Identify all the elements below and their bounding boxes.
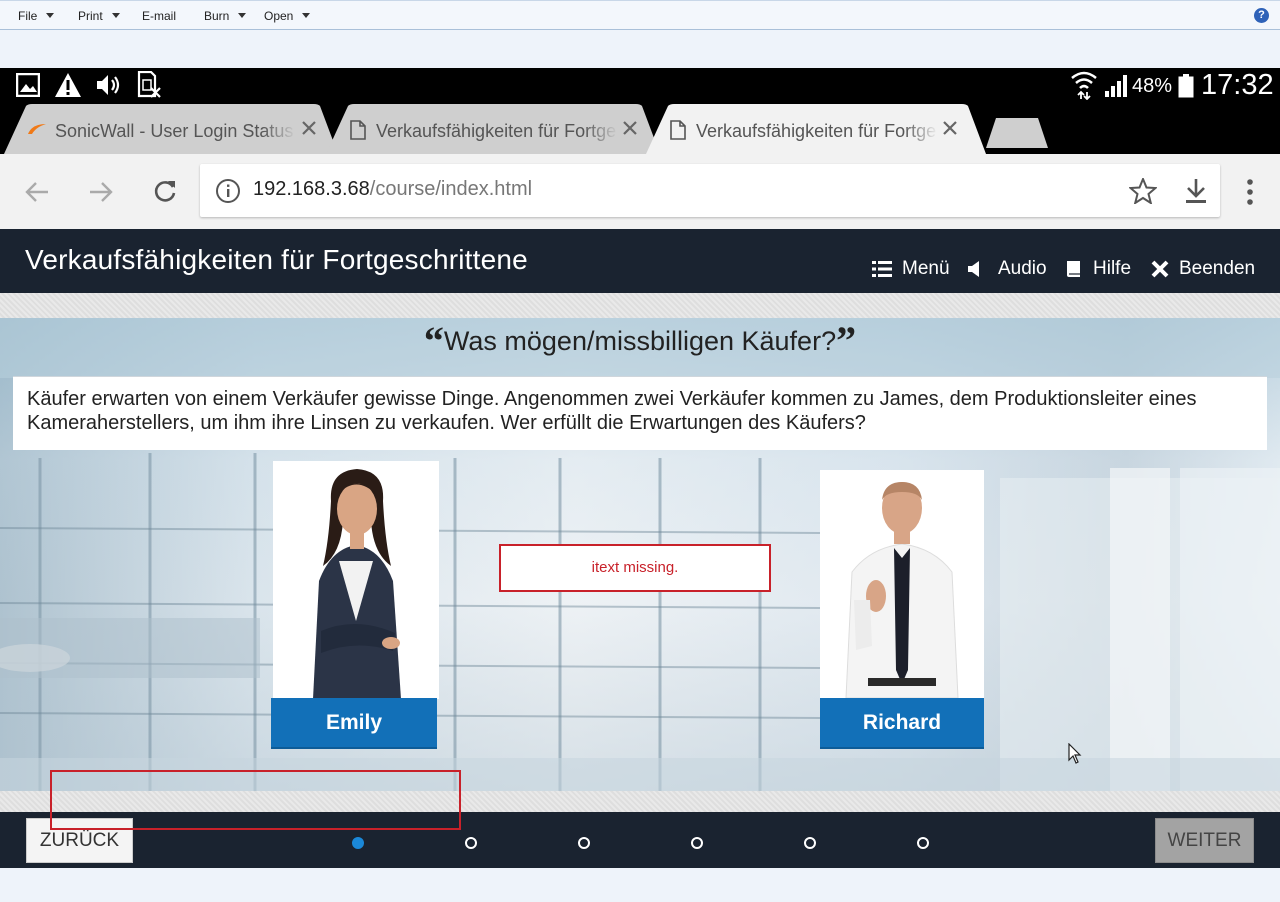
- divider: [0, 791, 1280, 812]
- help-label: Hilfe: [1093, 258, 1132, 279]
- scene-heading: “Was mögen/missbilligen Käufer?”: [0, 321, 1280, 361]
- new-tab-button[interactable]: [986, 118, 1048, 148]
- progress-dot[interactable]: [578, 837, 590, 849]
- richard-portrait: [845, 482, 959, 699]
- app-toolbar-strip: [0, 30, 1280, 68]
- page-icon: [670, 120, 686, 140]
- browser-toolbar: 192.168.3.68/course/index.html: [0, 154, 1280, 229]
- page-icon: [350, 120, 366, 140]
- tab-title: Verkaufsfähigkeiten für Fortgeschrittene: [696, 121, 936, 141]
- next-button[interactable]: WEITER: [1155, 818, 1254, 863]
- reload-icon[interactable]: [152, 178, 178, 204]
- address-bar[interactable]: 192.168.3.68/course/index.html: [200, 164, 1220, 217]
- close-icon[interactable]: [941, 119, 959, 137]
- exit-button[interactable]: Beenden: [1151, 258, 1255, 280]
- menu-burn[interactable]: Burn: [204, 9, 247, 23]
- emily-portrait: [313, 469, 401, 699]
- menu-file[interactable]: File: [18, 9, 55, 23]
- quote-close: ”: [836, 318, 857, 363]
- richard-card[interactable]: [820, 470, 984, 699]
- progress-dot[interactable]: [691, 837, 703, 849]
- audio-button[interactable]: Audio: [967, 258, 1047, 280]
- tab-title: SonicWall - User Login Status: [55, 121, 294, 141]
- emily-card[interactable]: [273, 461, 439, 699]
- menu-open[interactable]: Open: [264, 9, 311, 23]
- speaker-icon: [968, 261, 979, 277]
- tab-course-active[interactable]: Verkaufsfähigkeiten für Fortgeschrittene: [646, 104, 986, 154]
- exit-label: Beenden: [1179, 258, 1256, 279]
- forward-arrow-icon[interactable]: [88, 179, 114, 205]
- question-box: Käufer erwarten von einem Verkäufer gewi…: [13, 376, 1267, 450]
- phone-screen: 48% 17:32 SonicWall - User Login Status …: [0, 68, 1280, 868]
- url-text[interactable]: 192.168.3.68/course/index.html: [253, 178, 532, 201]
- question-text: Käufer erwarten von einem Verkäufer gewi…: [27, 388, 1197, 434]
- course-title: Verkaufsfähigkeiten für Fortgeschrittene: [25, 244, 528, 275]
- scene-area: “Was mögen/missbilligen Käufer?” Käufer …: [0, 318, 1280, 791]
- richard-button[interactable]: Richard: [820, 698, 984, 749]
- battery-percent: 48%: [1132, 75, 1173, 97]
- progress-dot[interactable]: [917, 837, 929, 849]
- download-icon[interactable]: [1184, 178, 1208, 204]
- missing-text-box: itext missing.: [499, 544, 771, 592]
- progress-dot[interactable]: [465, 837, 477, 849]
- sim-off-icon: [137, 71, 161, 98]
- menu-print[interactable]: Print: [78, 9, 120, 23]
- close-icon[interactable]: [300, 119, 318, 137]
- divider: [0, 293, 1280, 318]
- wifi-icon: [1071, 71, 1097, 100]
- warning-icon: [55, 73, 81, 97]
- menu-label: Menü: [902, 258, 950, 279]
- sonicwall-icon: [28, 124, 46, 134]
- clock: 17:32: [1201, 69, 1274, 101]
- chevron-down-icon: [238, 13, 247, 18]
- chevron-down-icon: [46, 13, 55, 18]
- audio-label: Audio: [998, 258, 1047, 279]
- image-icon: [16, 73, 40, 97]
- help-icon[interactable]: ?: [1254, 8, 1269, 23]
- menu-email[interactable]: E-mail: [142, 9, 176, 23]
- info-icon[interactable]: [215, 178, 241, 204]
- close-icon[interactable]: [621, 119, 639, 137]
- star-icon[interactable]: [1129, 178, 1157, 204]
- tab-strip: SonicWall - User Login Status Verkaufsfä…: [0, 104, 1280, 154]
- course-page: Verkaufsfähigkeiten für Fortgeschrittene…: [0, 229, 1280, 868]
- mouse-cursor-icon: [1068, 743, 1082, 764]
- tab-course-1[interactable]: Verkaufsfähigkeiten für Fortgeschrittene: [326, 104, 660, 154]
- help-button[interactable]: Hilfe: [1065, 258, 1131, 280]
- app-bottom-strip: [0, 868, 1280, 902]
- status-bar: 48% 17:32: [0, 68, 1280, 104]
- more-menu-icon[interactable]: [1246, 178, 1254, 206]
- book-icon: [1067, 261, 1080, 277]
- volume-icon: [97, 75, 120, 95]
- tab-sonicwall[interactable]: SonicWall - User Login Status: [4, 104, 338, 154]
- heading-text: Was mögen/missbilligen Käufer?: [443, 326, 837, 356]
- emily-button[interactable]: Emily: [271, 698, 437, 749]
- list-icon: [872, 261, 892, 277]
- quote-open: “: [423, 318, 444, 363]
- menu-button[interactable]: Menü: [872, 258, 950, 280]
- tab-title: Verkaufsfähigkeiten für Fortgeschrittene: [376, 121, 616, 141]
- close-icon: [1151, 260, 1169, 278]
- progress-dot[interactable]: [352, 837, 364, 849]
- signal-icon: [1105, 75, 1127, 97]
- back-button[interactable]: ZURÜCK: [26, 818, 133, 863]
- app-menubar: File Print E-mail Burn Open ?: [0, 0, 1280, 30]
- course-footer: ZURÜCK WEITER: [0, 812, 1280, 868]
- chevron-down-icon: [111, 13, 120, 18]
- chevron-down-icon: [302, 13, 311, 18]
- back-arrow-icon[interactable]: [24, 179, 50, 205]
- battery-icon: [1178, 74, 1194, 98]
- course-header: Verkaufsfähigkeiten für Fortgeschrittene…: [0, 229, 1280, 293]
- progress-dot[interactable]: [804, 837, 816, 849]
